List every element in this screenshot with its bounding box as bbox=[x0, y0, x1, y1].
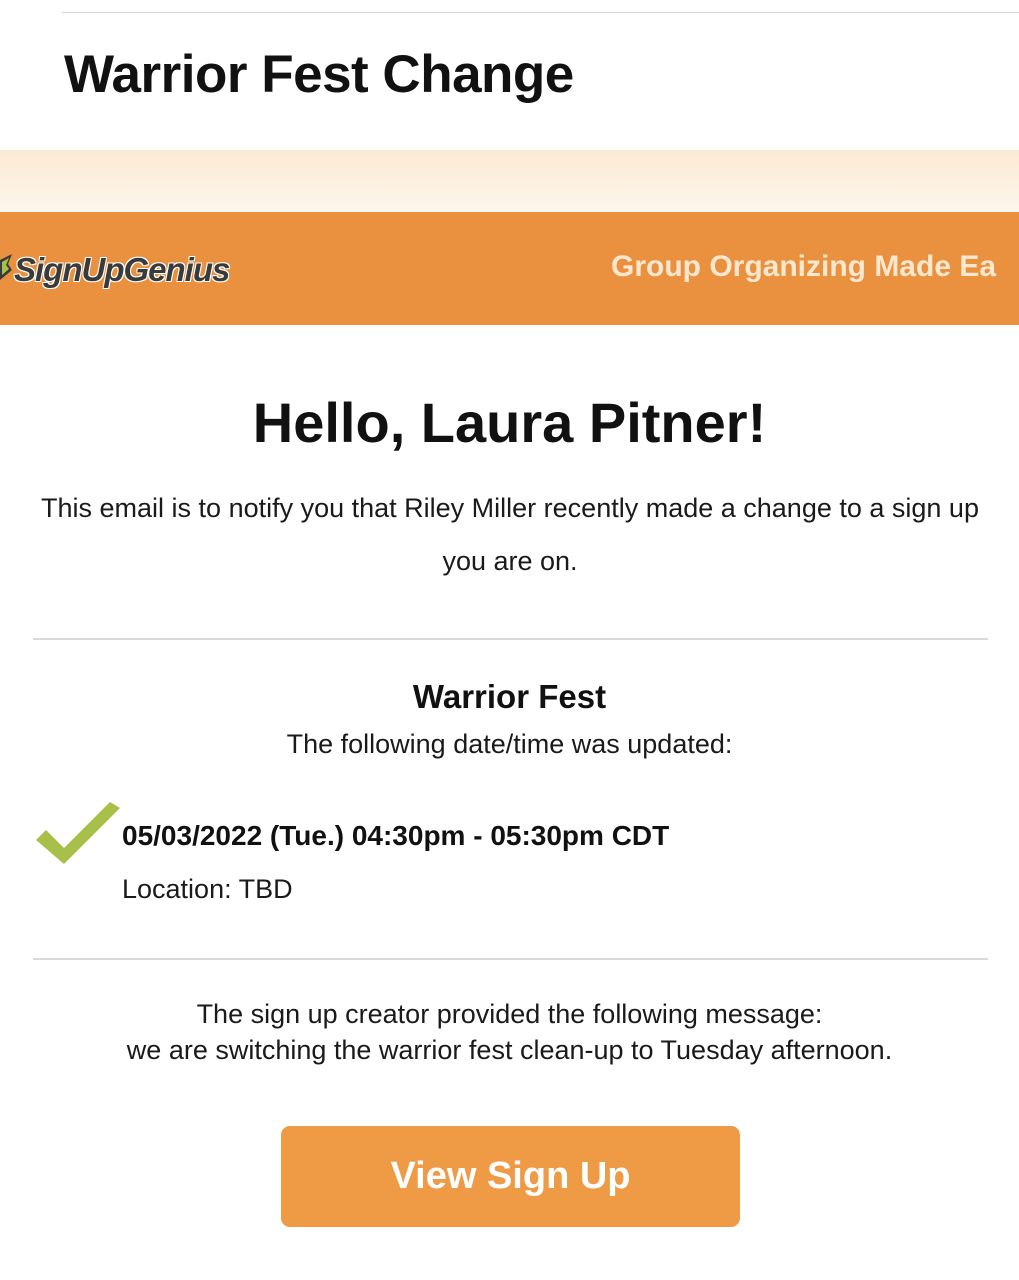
top-divider bbox=[62, 12, 1019, 13]
checkmark-icon bbox=[36, 802, 120, 864]
intro-text: This email is to notify you that Riley M… bbox=[41, 493, 979, 576]
section-divider bbox=[33, 638, 988, 640]
slot-datetime: 05/03/2022 (Tue.) 04:30pm - 05:30pm CDT bbox=[122, 820, 670, 851]
event-update-note: The following date/time was updated: bbox=[286, 729, 733, 759]
creator-message-intro: The sign up creator provided the followi… bbox=[196, 999, 823, 1029]
slot-location: Location: TBD bbox=[122, 874, 293, 904]
brand-header-bar: SignUpGenius Group Organizing Made Ea bbox=[0, 212, 1019, 325]
email-subject: Warrior Fest Change bbox=[64, 45, 574, 104]
view-sign-up-button[interactable]: View Sign Up bbox=[281, 1126, 740, 1227]
signupgenius-logo[interactable]: SignUpGenius bbox=[0, 240, 230, 300]
logo-mark-icon bbox=[0, 254, 12, 280]
view-sign-up-label: View Sign Up bbox=[390, 1155, 631, 1197]
brand-tagline: Group Organizing Made Ea bbox=[611, 250, 997, 283]
event-title: Warrior Fest bbox=[412, 678, 607, 715]
logo-wordmark: SignUpGenius bbox=[14, 251, 230, 288]
greeting-heading: Hello, Laura Pitner! bbox=[252, 391, 767, 454]
creator-message-body: we are switching the warrior fest clean-… bbox=[126, 1035, 893, 1065]
header-fade-band bbox=[0, 150, 1019, 212]
section-divider bbox=[33, 958, 988, 960]
